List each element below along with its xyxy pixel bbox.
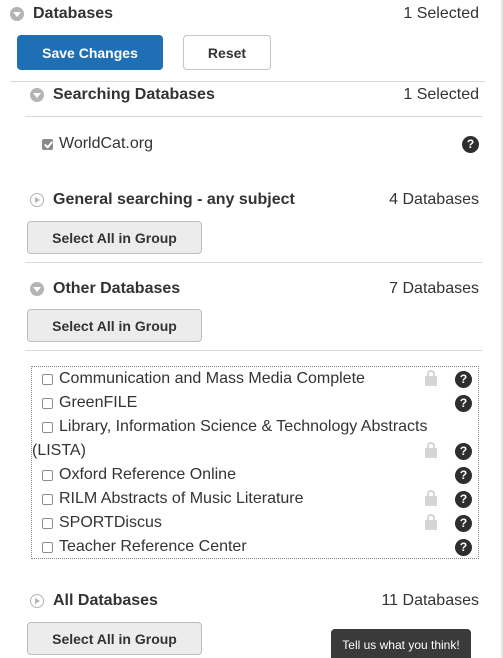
select-all-general-button[interactable]: Select All in Group bbox=[27, 221, 202, 254]
database-checkbox[interactable] bbox=[42, 421, 53, 433]
databases-selected-count: 1 Selected bbox=[403, 5, 479, 22]
triangle-right-icon[interactable] bbox=[30, 193, 44, 207]
database-label: Communication and Mass Media Complete bbox=[59, 370, 365, 387]
databases-title: Databases bbox=[33, 5, 114, 22]
list-item[interactable]: Teacher Reference Center ? bbox=[42, 535, 472, 559]
searching-selected-count: 1 Selected bbox=[403, 86, 479, 103]
select-all-other-button[interactable]: Select All in Group bbox=[27, 309, 202, 342]
all-databases-count: 11 Databases bbox=[381, 592, 479, 609]
question-circle-icon[interactable]: ? bbox=[455, 538, 472, 556]
save-changes-button[interactable]: Save Changes bbox=[17, 35, 163, 70]
list-item[interactable]: GreenFILE ? bbox=[42, 391, 472, 415]
divider bbox=[25, 262, 482, 263]
other-databases-list[interactable]: Communication and Mass Media Complete ? … bbox=[31, 366, 479, 559]
list-item[interactable]: SPORTDiscus ? bbox=[42, 511, 472, 535]
divider bbox=[10, 81, 485, 82]
searching-databases-header[interactable]: Searching Databases 1 Selected bbox=[30, 86, 479, 104]
triangle-down-icon[interactable] bbox=[30, 88, 44, 102]
database-checkbox[interactable] bbox=[42, 541, 53, 553]
question-circle-icon[interactable]: ? bbox=[455, 514, 472, 532]
question-circle-icon[interactable]: ? bbox=[455, 490, 472, 508]
databases-header[interactable]: Databases 1 Selected bbox=[10, 5, 479, 23]
database-label: SPORTDiscus bbox=[59, 514, 162, 531]
all-databases-header[interactable]: All Databases 11 Databases bbox=[30, 592, 479, 610]
general-searching-title: General searching - any subject bbox=[53, 191, 295, 208]
all-databases-title: All Databases bbox=[53, 592, 158, 609]
database-label: WorldCat.org bbox=[59, 135, 153, 152]
question-circle-icon[interactable]: ? bbox=[455, 442, 472, 460]
question-circle-icon[interactable]: ? bbox=[455, 394, 472, 412]
reset-button[interactable]: Reset bbox=[183, 35, 271, 70]
question-circle-icon[interactable]: ? bbox=[455, 466, 472, 484]
triangle-right-icon[interactable] bbox=[30, 594, 44, 608]
list-item[interactable]: RILM Abstracts of Music Literature ? bbox=[42, 487, 472, 511]
lock-icon bbox=[425, 370, 437, 386]
searching-databases-title: Searching Databases bbox=[53, 86, 215, 103]
database-checkbox[interactable] bbox=[42, 373, 53, 385]
select-all-all-button[interactable]: Select All in Group bbox=[27, 622, 202, 655]
database-label: Oxford Reference Online bbox=[59, 466, 236, 483]
general-databases-count: 4 Databases bbox=[389, 191, 479, 208]
lock-icon bbox=[425, 514, 437, 530]
divider bbox=[25, 116, 482, 117]
database-label: Teacher Reference Center bbox=[59, 538, 247, 555]
divider bbox=[25, 350, 482, 351]
triangle-down-icon[interactable] bbox=[30, 282, 44, 296]
database-label-continued: (LISTA) bbox=[32, 442, 86, 459]
list-item[interactable]: Communication and Mass Media Complete ? bbox=[42, 367, 472, 391]
database-checkbox[interactable] bbox=[42, 517, 53, 529]
triangle-down-icon[interactable] bbox=[10, 7, 24, 21]
database-label: GreenFILE bbox=[59, 394, 138, 411]
database-checkbox[interactable] bbox=[42, 493, 53, 505]
other-databases-header[interactable]: Other Databases 7 Databases bbox=[30, 280, 479, 298]
database-checkbox[interactable] bbox=[42, 397, 53, 409]
list-item[interactable]: Oxford Reference Online ? bbox=[42, 463, 472, 487]
lock-icon bbox=[425, 490, 437, 506]
question-circle-icon[interactable]: ? bbox=[455, 370, 472, 388]
database-label: RILM Abstracts of Music Literature bbox=[59, 490, 304, 507]
other-databases-title: Other Databases bbox=[53, 280, 181, 297]
question-circle-icon[interactable]: ? bbox=[462, 135, 479, 153]
database-checkbox[interactable] bbox=[42, 469, 53, 481]
worldcat-checkbox[interactable] bbox=[42, 138, 53, 150]
database-label: Library, Information Science & Technolog… bbox=[59, 418, 428, 435]
other-databases-count: 7 Databases bbox=[389, 280, 479, 297]
feedback-button[interactable]: Tell us what you think! bbox=[331, 629, 471, 658]
list-item[interactable]: WorldCat.org ? bbox=[42, 135, 479, 153]
general-searching-header[interactable]: General searching - any subject 4 Databa… bbox=[30, 191, 479, 209]
list-item[interactable]: Library, Information Science & Technolog… bbox=[32, 415, 472, 463]
lock-icon bbox=[425, 442, 437, 458]
